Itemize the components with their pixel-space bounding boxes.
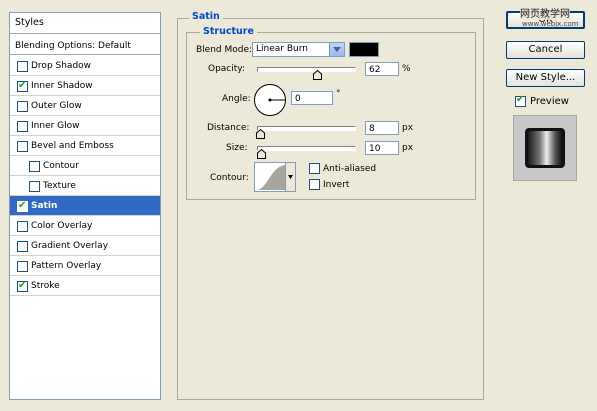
anti-aliased-checkbox[interactable] xyxy=(309,163,320,174)
size-unit: px xyxy=(402,143,414,153)
structure-title: Structure xyxy=(200,26,257,37)
style-checkbox[interactable]: ✔ xyxy=(17,280,28,292)
style-checkbox[interactable] xyxy=(17,261,28,272)
blend-mode-select[interactable]: Linear Burn xyxy=(252,42,345,57)
style-item-label: Outer Glow xyxy=(31,101,82,111)
contour-dropdown-icon[interactable] xyxy=(285,163,295,191)
size-input[interactable]: 10 xyxy=(365,141,399,155)
style-item-inner-glow[interactable]: Inner Glow xyxy=(10,116,160,136)
style-item-texture[interactable]: Texture xyxy=(10,176,160,196)
style-checkbox[interactable]: ✔ xyxy=(17,80,28,92)
style-checkbox[interactable] xyxy=(17,121,28,132)
opacity-label: Opacity: xyxy=(208,64,245,74)
style-checkbox[interactable]: ✔ xyxy=(17,200,28,212)
style-item-color-overlay[interactable]: Color Overlay xyxy=(10,216,160,236)
style-item-gradient-overlay[interactable]: Gradient Overlay xyxy=(10,236,160,256)
new-style-button-label: New Style... xyxy=(515,72,576,83)
distance-label: Distance: xyxy=(207,123,250,133)
angle-dial[interactable] xyxy=(253,83,287,117)
styles-header-label: Styles xyxy=(15,17,44,28)
distance-input[interactable]: 8 xyxy=(365,121,399,135)
style-item-bevel-and-emboss[interactable]: Bevel and Emboss xyxy=(10,136,160,156)
style-item-drop-shadow[interactable]: Drop Shadow xyxy=(10,56,160,76)
distance-slider-thumb[interactable] xyxy=(255,128,265,139)
cancel-button[interactable]: Cancel xyxy=(506,41,585,59)
style-checkbox[interactable] xyxy=(17,101,28,112)
style-preview-icon xyxy=(525,128,565,168)
style-checkbox[interactable] xyxy=(29,181,40,192)
opacity-slider-thumb[interactable] xyxy=(313,69,323,80)
style-checkbox[interactable] xyxy=(29,161,40,172)
blending-options-label: Blending Options: Default xyxy=(15,41,131,51)
style-checkbox[interactable] xyxy=(17,241,28,252)
style-item-label: Inner Shadow xyxy=(31,81,93,91)
angle-input[interactable]: 0 xyxy=(291,91,333,105)
check-icon: ✔ xyxy=(18,80,27,91)
blend-mode-label: Blend Mode: xyxy=(196,45,253,55)
blending-options-row[interactable]: Blending Options: Default xyxy=(10,37,160,55)
style-item-stroke[interactable]: ✔ Stroke xyxy=(10,276,160,296)
style-item-label: Bevel and Emboss xyxy=(31,141,114,151)
style-item-label: Satin xyxy=(31,201,58,211)
opacity-unit: % xyxy=(402,64,411,74)
contour-curve-icon xyxy=(256,164,286,190)
check-icon: ✔ xyxy=(516,94,525,105)
style-item-label: Contour xyxy=(43,161,79,171)
style-item-label: Gradient Overlay xyxy=(31,241,109,251)
watermark-text: 网页教学网 xyxy=(520,9,570,20)
satin-title: Satin xyxy=(189,11,223,22)
opacity-slider-track[interactable] xyxy=(257,67,356,72)
blend-mode-value: Linear Burn xyxy=(256,44,308,54)
style-checkbox[interactable] xyxy=(17,61,28,72)
style-item-contour[interactable]: Contour xyxy=(10,156,160,176)
size-label: Size: xyxy=(226,143,248,153)
chevron-down-icon[interactable] xyxy=(329,43,344,56)
preview-label: Preview xyxy=(530,96,569,107)
style-item-label: Color Overlay xyxy=(31,221,93,231)
styles-list-panel: Styles Blending Options: Default Drop Sh… xyxy=(9,12,161,400)
distance-slider-track[interactable] xyxy=(257,126,356,131)
style-item-satin[interactable]: ✔ Satin xyxy=(10,196,160,216)
cancel-button-label: Cancel xyxy=(528,44,563,55)
angle-unit: ° xyxy=(336,89,341,99)
style-checkbox[interactable] xyxy=(17,141,28,152)
distance-unit: px xyxy=(402,123,414,133)
contour-picker[interactable] xyxy=(254,162,296,192)
style-item-label: Pattern Overlay xyxy=(31,261,102,271)
style-item-pattern-overlay[interactable]: Pattern Overlay xyxy=(10,256,160,276)
check-icon: ✔ xyxy=(18,280,27,291)
contour-label: Contour: xyxy=(210,173,249,183)
style-item-label: Texture xyxy=(43,181,76,191)
style-item-label: Drop Shadow xyxy=(31,61,92,71)
preview-checkbox[interactable]: ✔ xyxy=(515,94,526,107)
style-item-label: Inner Glow xyxy=(31,121,80,131)
check-icon: ✔ xyxy=(18,200,27,211)
preview-thumbnail xyxy=(513,115,577,181)
angle-label: Angle: xyxy=(222,94,251,104)
style-item-outer-glow[interactable]: Outer Glow xyxy=(10,96,160,116)
anti-aliased-label: Anti-aliased xyxy=(323,164,377,174)
size-slider-track[interactable] xyxy=(257,146,356,151)
invert-checkbox[interactable] xyxy=(309,179,320,190)
style-item-inner-shadow[interactable]: ✔ Inner Shadow xyxy=(10,76,160,96)
size-slider-thumb[interactable] xyxy=(256,148,266,159)
watermark-url: www.webjx.com xyxy=(522,20,579,28)
styles-header[interactable]: Styles xyxy=(10,13,160,34)
color-swatch[interactable] xyxy=(349,42,379,57)
invert-label: Invert xyxy=(323,180,350,190)
style-item-label: Stroke xyxy=(31,281,60,291)
color-swatch-fill xyxy=(350,43,378,56)
opacity-input[interactable]: 62 xyxy=(365,62,399,76)
new-style-button[interactable]: New Style... xyxy=(506,69,585,87)
style-checkbox[interactable] xyxy=(17,221,28,232)
